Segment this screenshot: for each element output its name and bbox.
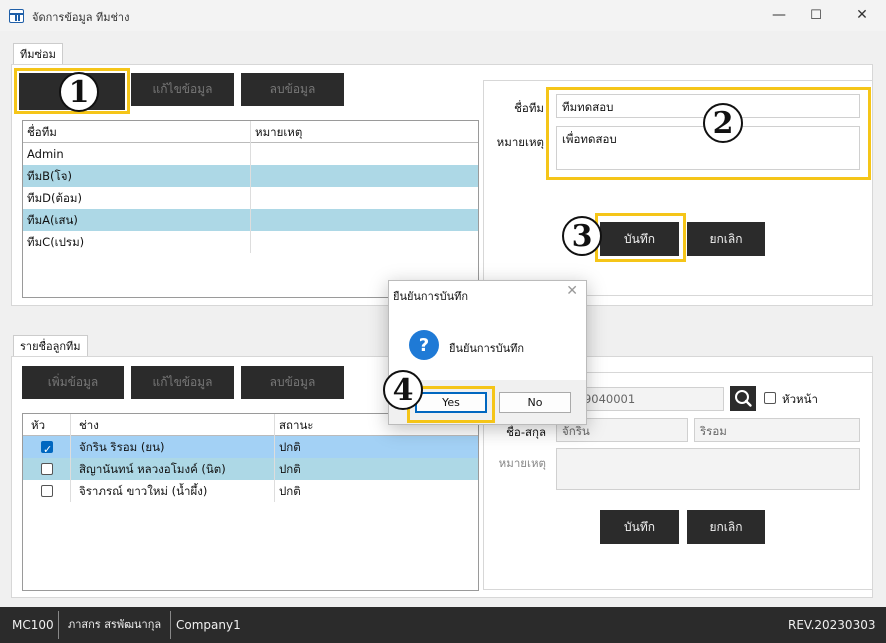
team-cancel-button[interactable]: ยกเลิก bbox=[687, 222, 765, 256]
team-note-cell bbox=[251, 143, 478, 165]
fullname-label: ชื่อ-สกุล bbox=[506, 425, 546, 439]
table-row[interactable]: จิราภรณ์ ขาวใหม่ (น้ำผึ้ง) ปกติ bbox=[23, 480, 478, 502]
app-icon bbox=[9, 9, 24, 23]
head-checkbox[interactable] bbox=[41, 485, 53, 497]
table-row[interactable]: ทีมD(ต้อม) bbox=[23, 187, 478, 209]
head-flag-label: หัวหน้า bbox=[782, 392, 818, 406]
column-header-technician[interactable]: ช่าง bbox=[71, 414, 275, 436]
status-user: ภาสกร สรพัฒนากุล bbox=[68, 618, 162, 631]
dialog-message: ยืนยันการบันทึก bbox=[449, 342, 525, 355]
member-delete-button[interactable]: ลบข้อมูล bbox=[241, 366, 344, 399]
table-row[interactable]: ทีมC(เปรม) bbox=[23, 231, 478, 253]
head-cell bbox=[23, 458, 71, 480]
team-name-cell: ทีมB(โจ) bbox=[23, 165, 251, 187]
status-machine: MC100 bbox=[12, 618, 54, 632]
dialog-no-button[interactable]: No bbox=[499, 392, 571, 413]
status-separator bbox=[58, 611, 59, 639]
team-edit-button[interactable]: แก้ไขข้อมูล bbox=[131, 73, 234, 106]
status-cell: ปกติ bbox=[279, 440, 301, 454]
member-note-input[interactable] bbox=[556, 448, 860, 490]
question-icon: ? bbox=[409, 330, 439, 360]
member-add-button[interactable]: เพิ่มข้อมูล bbox=[22, 366, 124, 399]
team-note-label: หมายเหตุ bbox=[496, 135, 544, 149]
head-cell bbox=[23, 436, 71, 458]
status-company: Company1 bbox=[176, 618, 241, 632]
head-flag-checkbox[interactable] bbox=[764, 392, 776, 404]
column-header-team-note[interactable]: หมายเหตุ bbox=[251, 121, 478, 143]
technician-cell: จักริน ริรอม (ยน) bbox=[71, 436, 275, 458]
table-row[interactable]: ทีมB(โจ) bbox=[23, 165, 478, 187]
team-note-cell bbox=[251, 187, 478, 209]
tab-team[interactable]: ทีมซ่อม bbox=[13, 43, 63, 65]
table-row[interactable]: สิญานันทน์ หลวงอโมงค์ (นิต) ปกติ bbox=[23, 458, 478, 480]
title-bar: จัดการข้อมูล ทีมช่าง — ☐ ✕ bbox=[0, 0, 886, 31]
team-delete-button[interactable]: ลบข้อมูล bbox=[241, 73, 344, 106]
minimize-button[interactable]: — bbox=[764, 4, 794, 26]
head-checkbox[interactable] bbox=[41, 439, 53, 458]
technician-cell: สิญานันทน์ หลวงอโมงค์ (นิต) bbox=[71, 458, 275, 480]
member-grid: หัว ช่าง สถานะ จักริน ริรอม (ยน) ปกติ สิ… bbox=[22, 413, 479, 591]
status-bar: MC100 ภาสกร สรพัฒนากุล Company1 REV.2023… bbox=[0, 607, 886, 643]
member-cancel-button[interactable]: ยกเลิก bbox=[687, 510, 765, 544]
step-badge-3: 3 bbox=[562, 216, 602, 256]
team-name-cell: Admin bbox=[23, 143, 251, 165]
team-grid: ชื่อทีม หมายเหตุ Admin ทีมB(โจ) ทีมD(ต้อ… bbox=[22, 120, 479, 298]
team-note-cell bbox=[251, 231, 478, 253]
window-title: จัดการข้อมูล ทีมช่าง bbox=[32, 11, 130, 24]
search-icon bbox=[735, 390, 752, 407]
technician-cell: จิราภรณ์ ขาวใหม่ (น้ำผึ้ง) bbox=[71, 480, 275, 502]
member-save-button[interactable]: บันทึก bbox=[600, 510, 679, 544]
tab-members[interactable]: รายชื่อลูกทีม bbox=[13, 335, 88, 357]
step-badge-4: 4 bbox=[383, 370, 423, 410]
member-edit-button[interactable]: แก้ไขข้อมูล bbox=[131, 366, 234, 399]
team-name-cell: ทีมD(ต้อม) bbox=[23, 187, 251, 209]
status-cell: ปกติ bbox=[279, 462, 301, 476]
head-cell bbox=[23, 480, 71, 502]
status-cell: ปกติ bbox=[279, 484, 301, 498]
highlight-save-button bbox=[595, 213, 686, 262]
close-button[interactable]: ✕ bbox=[847, 4, 877, 26]
member-search-button[interactable] bbox=[730, 386, 756, 411]
member-note-label: หมายเหตุ bbox=[498, 456, 546, 470]
step-badge-1: 1 bbox=[59, 72, 99, 112]
status-separator bbox=[170, 611, 171, 639]
team-name-cell: ทีมA(เสน) bbox=[23, 209, 251, 231]
team-note-cell bbox=[251, 165, 478, 187]
dialog-close-icon[interactable]: ✕ bbox=[566, 283, 578, 299]
team-grid-header: ชื่อทีม หมายเหตุ bbox=[23, 121, 478, 143]
column-header-team-name[interactable]: ชื่อทีม bbox=[23, 121, 251, 143]
step-badge-2: 2 bbox=[703, 103, 743, 143]
team-name-label: ชื่อทีม bbox=[514, 101, 544, 115]
table-row[interactable]: ทีมA(เสน) bbox=[23, 209, 478, 231]
table-row[interactable]: Admin bbox=[23, 143, 478, 165]
head-checkbox[interactable] bbox=[41, 463, 53, 475]
status-revision: REV.20230303 bbox=[788, 618, 876, 632]
dialog-title: ยืนยันการบันทึก bbox=[393, 290, 469, 303]
table-row[interactable]: จักริน ริรอม (ยน) ปกติ bbox=[23, 436, 478, 458]
last-name-input[interactable]: ริรอม bbox=[694, 418, 860, 442]
column-header-head[interactable]: หัว bbox=[23, 414, 71, 436]
team-note-cell bbox=[251, 209, 478, 231]
maximize-button[interactable]: ☐ bbox=[801, 4, 831, 26]
team-name-cell: ทีมC(เปรม) bbox=[23, 231, 251, 253]
